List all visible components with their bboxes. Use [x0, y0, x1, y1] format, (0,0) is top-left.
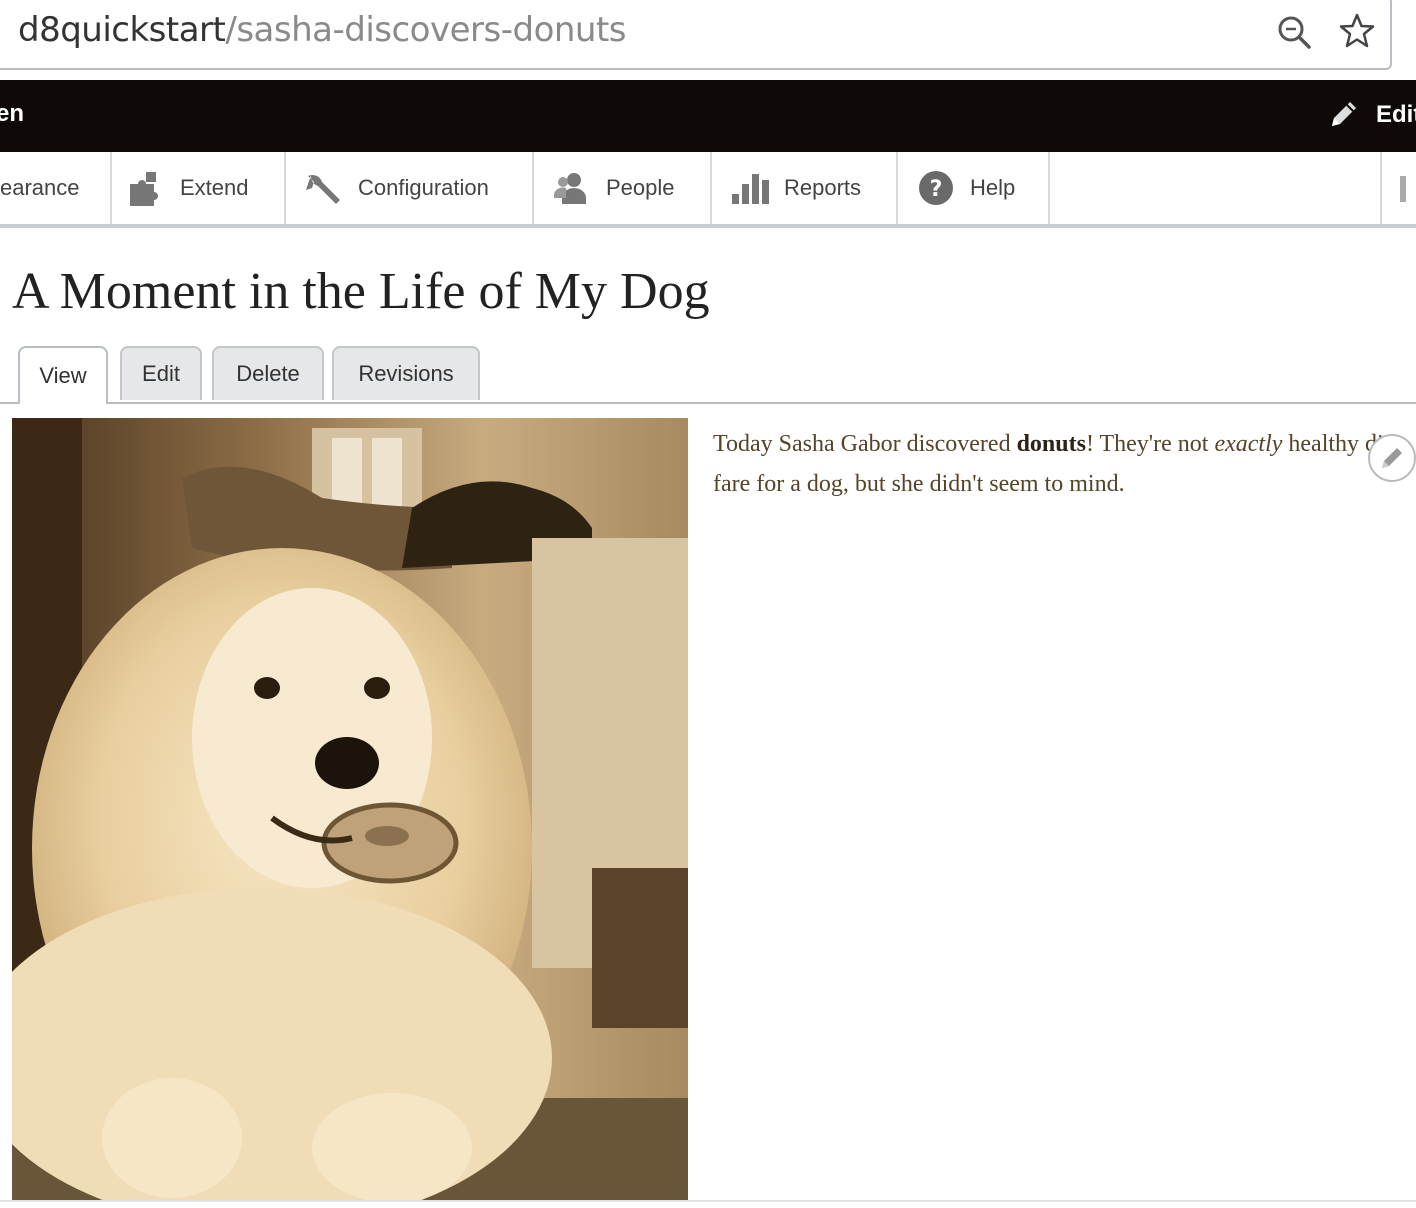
body-text-2: ! They're not: [1085, 431, 1215, 457]
zoom-icon[interactable]: [1276, 14, 1312, 50]
tray-item-label: People: [606, 175, 675, 200]
toggle-bar-icon: [1400, 176, 1406, 202]
tray-item-label: earance: [0, 175, 80, 200]
url-host: d8quickstart: [18, 10, 226, 50]
tray-item-label: Help: [970, 175, 1016, 200]
bookmark-star-icon[interactable]: [1338, 12, 1376, 50]
dog-photo: [12, 418, 688, 1200]
page-title: A Moment in the Life of My Dog: [12, 263, 710, 320]
tray-item-people[interactable]: People: [536, 152, 712, 224]
pencil-icon: [1382, 448, 1402, 468]
tray-item-help[interactable]: ? Help: [900, 152, 1050, 224]
tray-item-extend[interactable]: Extend: [110, 152, 286, 224]
tray-item-appearance[interactable]: earance: [0, 152, 112, 224]
help-icon: ?: [919, 171, 953, 205]
body-text-bold: donuts: [1016, 431, 1086, 457]
wrench-icon: [306, 172, 340, 204]
tray-item-label: Extend: [180, 175, 249, 200]
bar-chart-icon: [732, 174, 769, 204]
url-text[interactable]: d8quickstart/sasha-discovers-donuts: [18, 10, 627, 50]
toolbar-edit-label: Edit: [1376, 101, 1416, 128]
address-bar[interactable]: d8quickstart/sasha-discovers-donuts: [0, 0, 1392, 70]
url-path: /sasha-discovers-donuts: [225, 10, 627, 50]
tray-orientation-toggle[interactable]: [1380, 152, 1416, 224]
contextual-edit-button[interactable]: [1368, 434, 1416, 482]
puzzle-icon: [130, 172, 158, 206]
page-divider: [0, 1200, 1416, 1202]
local-tasks-tabs: View Edit Delete Revisions: [0, 346, 1416, 404]
tray-item-label: Configuration: [358, 175, 489, 200]
tray-item-reports[interactable]: Reports: [714, 152, 898, 224]
svg-text:?: ?: [930, 177, 943, 202]
toolbar-user-link[interactable]: en: [0, 100, 24, 128]
browser-url-bar-area: d8quickstart/sasha-discovers-donuts: [0, 0, 1416, 78]
pencil-icon: [1332, 102, 1356, 126]
tab-revisions[interactable]: Revisions: [332, 346, 480, 400]
article-body: Today Sasha Gabor discovered donuts! The…: [713, 424, 1413, 504]
tab-edit[interactable]: Edit: [120, 346, 202, 400]
tab-delete[interactable]: Delete: [212, 346, 324, 400]
admin-toolbar: en Edit: [0, 80, 1416, 152]
body-text-italic: exactly: [1214, 431, 1283, 457]
admin-tray: earance Extend Configuration People Repo…: [0, 152, 1416, 228]
tray-item-configuration[interactable]: Configuration: [288, 152, 534, 224]
tray-item-label: Reports: [784, 175, 862, 200]
people-icon: [554, 173, 586, 204]
body-text-1: Today Sasha Gabor discovered: [713, 431, 1017, 457]
tab-view[interactable]: View: [18, 346, 108, 404]
